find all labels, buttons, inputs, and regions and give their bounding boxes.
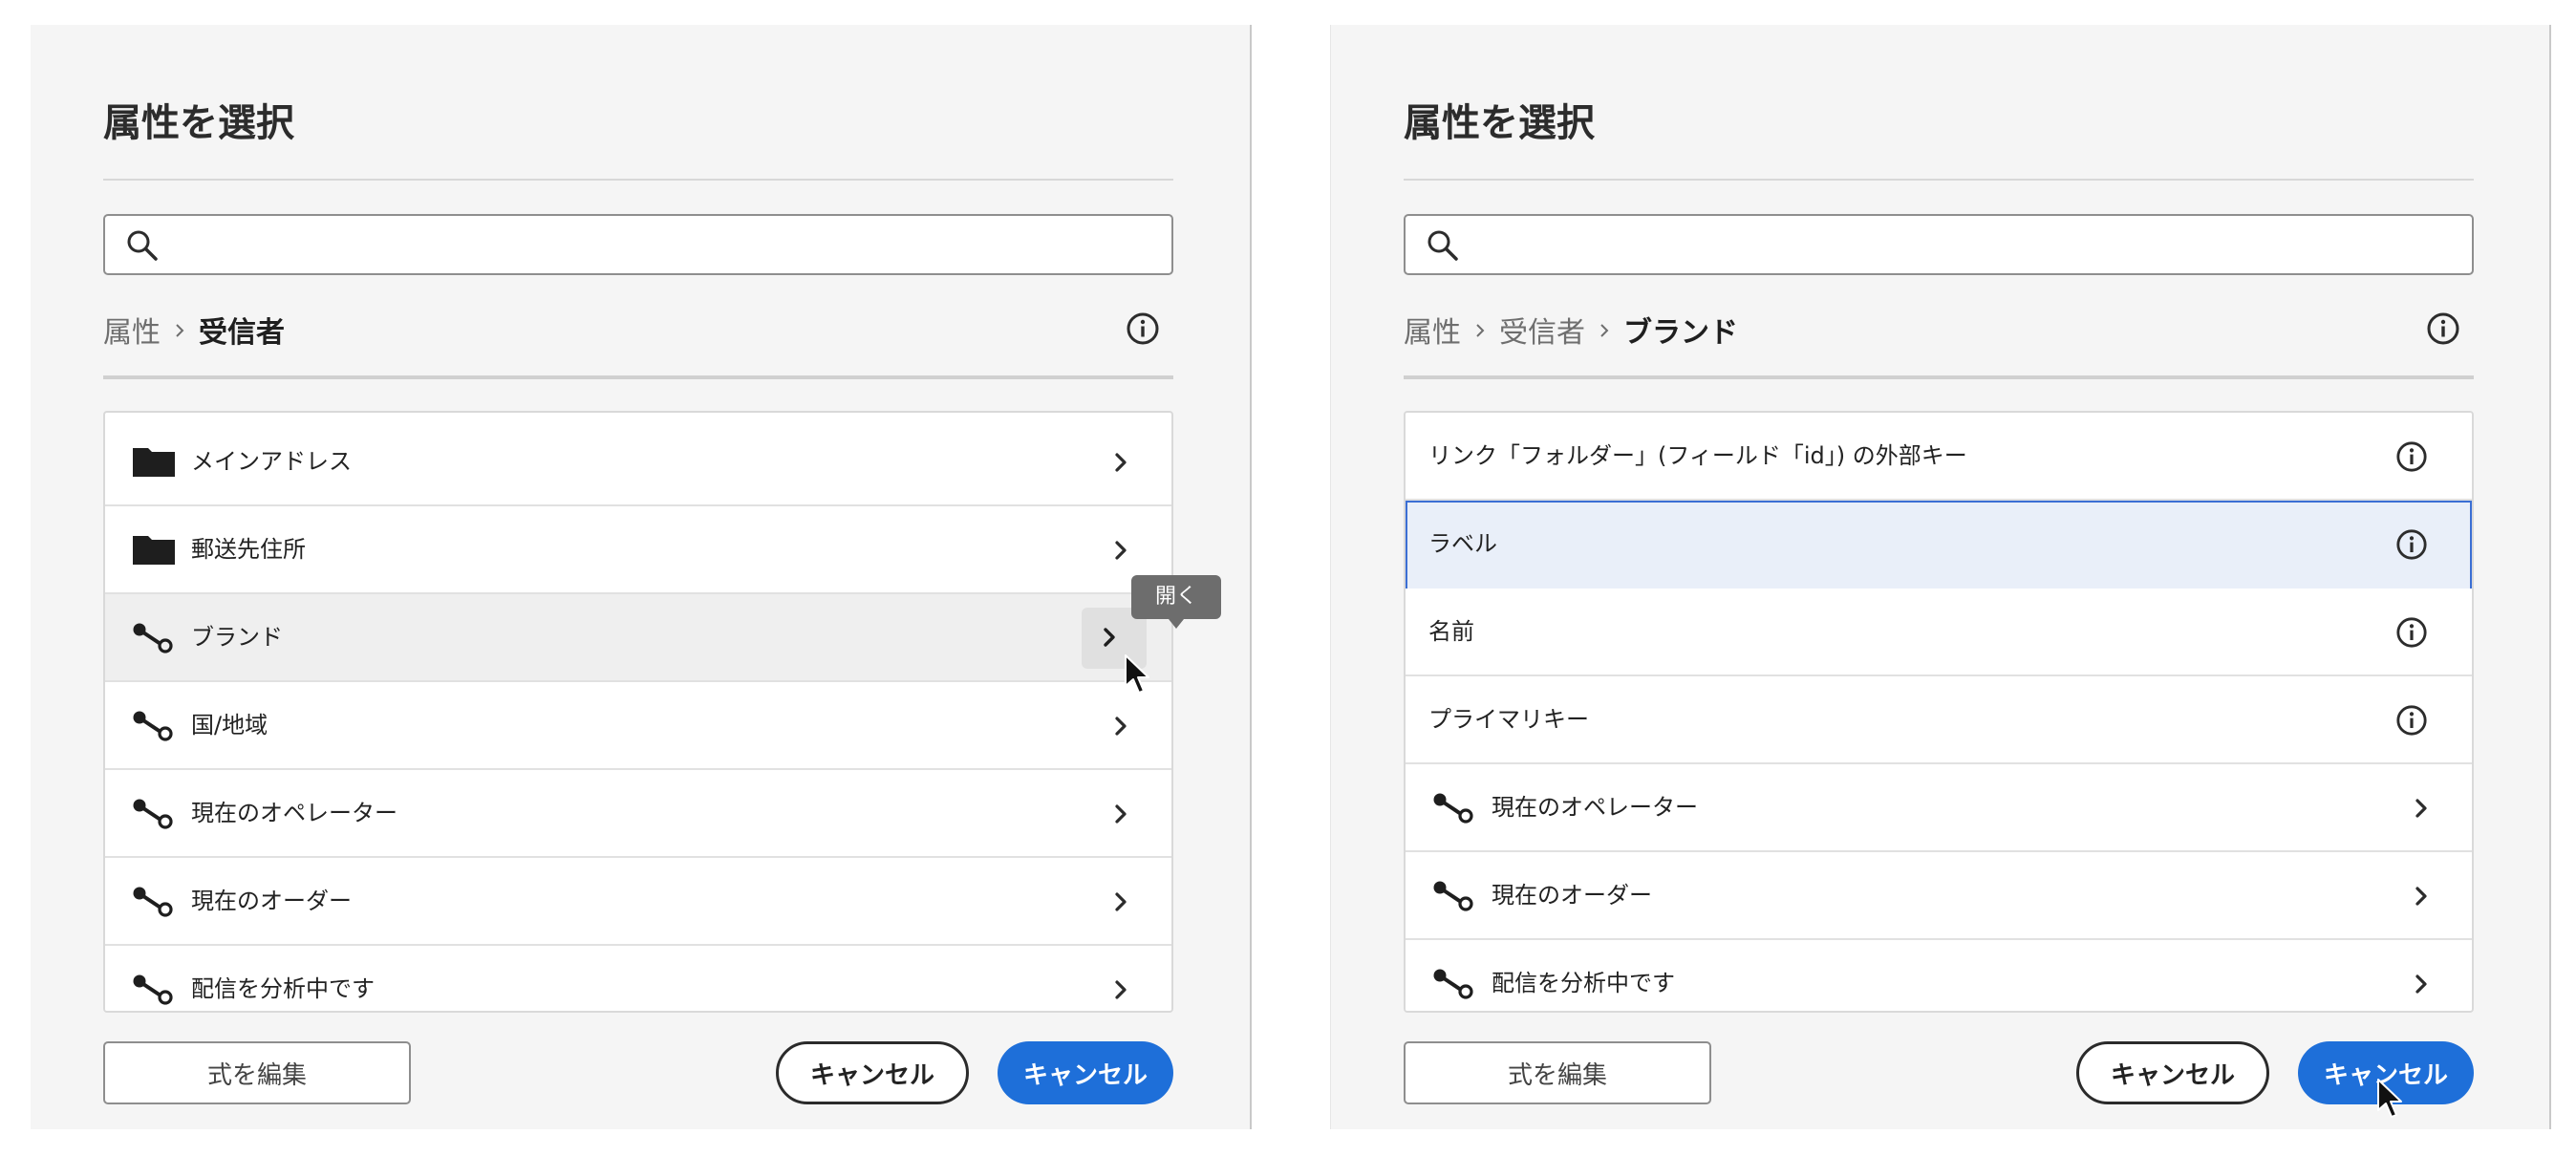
- search-input[interactable]: [103, 214, 1173, 275]
- edit-expression-button[interactable]: 式を編集: [103, 1041, 411, 1104]
- list-item[interactable]: 配信を分析中です: [105, 946, 1171, 1011]
- list-item[interactable]: 国/地域: [105, 682, 1171, 770]
- list-item-label: メインアドレス: [191, 448, 352, 475]
- list-item-label: 現在のオペレーター: [191, 800, 397, 826]
- mouse-cursor-icon: [2377, 1079, 2402, 1118]
- breadcrumb-item-brand: ブランド: [1623, 316, 1738, 350]
- list-item[interactable]: リンク「フォルダー」(フィールド「id」) の外部キー: [1406, 413, 2472, 501]
- attribute-list[interactable]: リンク「フォルダー」(フィールド「id」) の外部キー ラベル 名前 プライマリ…: [1404, 411, 2474, 1013]
- cancel-button[interactable]: キャンセル: [776, 1041, 969, 1104]
- list-item-label: 現在のオーダー: [1492, 882, 1652, 909]
- confirm-button[interactable]: キャンセル: [998, 1041, 1173, 1104]
- edit-expression-button[interactable]: 式を編集: [1404, 1041, 1711, 1104]
- breadcrumb-item-attributes[interactable]: 属性: [1404, 309, 1461, 351]
- breadcrumb-item-recipient: 受信者: [199, 316, 285, 350]
- list-item-label: 現在のオーダー: [191, 888, 352, 914]
- chevron-right-icon[interactable]: [1114, 979, 1127, 1000]
- list-item-label: 配信を分析中です: [191, 975, 375, 1002]
- divider: [103, 375, 1173, 379]
- list-item[interactable]: 現在のオペレーター: [1406, 764, 2472, 852]
- info-icon[interactable]: [2395, 528, 2428, 561]
- search-icon: [1428, 230, 1458, 261]
- divider: [1404, 375, 2474, 379]
- divider: [103, 179, 1173, 181]
- breadcrumb: 属性 受信者 ブランド: [1404, 308, 1738, 352]
- list-item-label: 配信を分析中です: [1492, 970, 1675, 996]
- chevron-right-icon[interactable]: [2415, 886, 2428, 907]
- list-item-label: プライマリキー: [1428, 706, 1589, 733]
- cancel-button[interactable]: キャンセル: [2076, 1041, 2269, 1104]
- list-item-label: リンク「フォルダー」(フィールド「id」) の外部キー: [1428, 442, 1967, 469]
- info-icon[interactable]: [2395, 616, 2428, 649]
- chevron-right-icon: [1474, 313, 1486, 347]
- chevron-right-icon: [1104, 628, 1115, 647]
- chevron-right-icon[interactable]: [1114, 716, 1127, 737]
- list-item[interactable]: プライマリキー: [1406, 676, 2472, 764]
- chevron-right-icon[interactable]: [1114, 803, 1127, 824]
- breadcrumb-item-attributes[interactable]: 属性: [103, 309, 161, 351]
- list-item[interactable]: 現在のオペレーター: [105, 770, 1171, 858]
- mouse-cursor-icon: [1125, 654, 1149, 694]
- link-icon: [133, 799, 173, 829]
- chevron-right-icon[interactable]: [1114, 452, 1127, 473]
- list-item[interactable]: 現在のオーダー: [105, 858, 1171, 946]
- link-icon: [1433, 969, 1473, 999]
- link-icon: [133, 623, 173, 653]
- select-attribute-dialog-left: 属性を選択 属性 受信者 メインアドレス 郵送先住所 ブランド 国/地域 現在の…: [31, 25, 1252, 1129]
- divider: [1404, 179, 2474, 181]
- list-item-label: 郵送先住所: [191, 536, 306, 563]
- chevron-right-icon[interactable]: [1114, 891, 1127, 912]
- list-item[interactable]: ブランド: [105, 594, 1171, 682]
- list-item[interactable]: 現在のオーダー: [1406, 852, 2472, 940]
- chevron-right-icon: [1599, 313, 1610, 347]
- info-icon[interactable]: [2395, 704, 2428, 737]
- list-item[interactable]: 名前: [1406, 589, 2472, 676]
- link-icon: [1433, 793, 1473, 824]
- link-icon: [133, 887, 173, 917]
- select-attribute-dialog-right: 属性を選択 属性 受信者 ブランド リンク「フォルダー」(フィールド「id」) …: [1330, 25, 2551, 1129]
- info-icon[interactable]: [1126, 311, 1160, 350]
- folder-icon: [133, 536, 175, 565]
- info-icon[interactable]: [2395, 440, 2428, 473]
- chevron-right-icon[interactable]: [2415, 798, 2428, 819]
- list-item[interactable]: 郵送先住所: [105, 506, 1171, 594]
- list-item-label: 現在のオペレーター: [1492, 794, 1698, 821]
- info-icon[interactable]: [2426, 311, 2460, 350]
- open-tooltip: 開く: [1131, 575, 1221, 629]
- dialog-title: 属性を選択: [103, 101, 294, 145]
- link-icon: [133, 974, 173, 1005]
- chevron-right-icon: [174, 313, 185, 347]
- chevron-right-icon[interactable]: [1114, 540, 1127, 561]
- list-item-selected[interactable]: ラベル: [1406, 501, 2472, 590]
- list-item[interactable]: 配信を分析中です: [1406, 940, 2472, 1011]
- link-icon: [133, 711, 173, 741]
- search-icon: [127, 230, 158, 261]
- attribute-list[interactable]: メインアドレス 郵送先住所 ブランド 国/地域 現在のオペレーター 現在のオーダ…: [103, 411, 1173, 1013]
- list-item-label: 国/地域: [191, 712, 268, 739]
- breadcrumb: 属性 受信者: [103, 308, 285, 352]
- folder-icon: [133, 448, 175, 477]
- list-item-label: ブランド: [191, 624, 283, 651]
- breadcrumb-item-recipient[interactable]: 受信者: [1499, 309, 1585, 351]
- list-item-label: 名前: [1428, 618, 1474, 645]
- list-item[interactable]: メインアドレス: [105, 418, 1171, 506]
- search-input[interactable]: [1404, 214, 2474, 275]
- link-icon: [1433, 881, 1473, 911]
- list-item-label: ラベル: [1428, 530, 1497, 557]
- dialog-title: 属性を選択: [1404, 101, 1595, 145]
- chevron-right-icon[interactable]: [2415, 974, 2428, 995]
